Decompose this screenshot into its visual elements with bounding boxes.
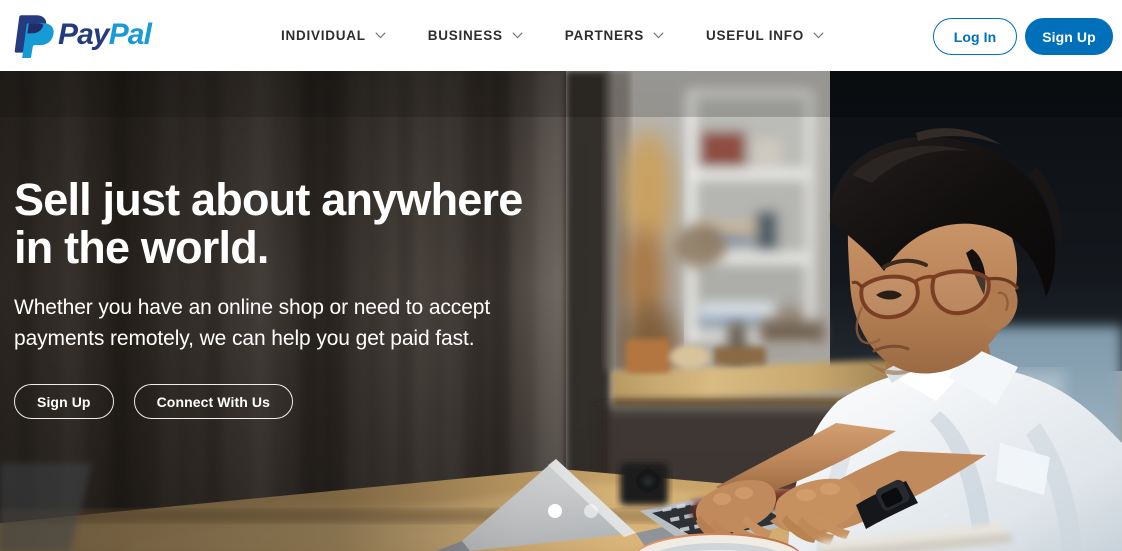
paypal-logo[interactable]: PayPal xyxy=(14,11,152,59)
paypal-wordmark: PayPal xyxy=(58,18,152,51)
header-actions: Log In Sign Up xyxy=(933,18,1113,55)
paypal-landing-page: PayPal INDIVIDUAL BUSINESS PARTNERS USEF… xyxy=(0,0,1122,551)
hero-connect-with-us-button[interactable]: Connect With Us xyxy=(133,384,293,419)
chevron-down-icon xyxy=(512,32,523,39)
nav-item-label: USEFUL INFO xyxy=(706,28,805,43)
nav-item-useful-info[interactable]: USEFUL INFO xyxy=(706,0,824,71)
hero-subtitle: Whether you have an online shop or need … xyxy=(14,296,491,350)
nav-item-partners[interactable]: PARTNERS xyxy=(565,0,664,71)
nav-item-label: INDIVIDUAL xyxy=(281,28,366,43)
nav-item-label: BUSINESS xyxy=(427,28,503,43)
nav-item-business[interactable]: BUSINESS xyxy=(428,0,523,71)
carousel-dot-1[interactable] xyxy=(548,504,562,518)
nav-item-individual[interactable]: INDIVIDUAL xyxy=(281,0,386,71)
hero-banner: Sell just about anywhere in the world. W… xyxy=(0,71,1122,551)
log-in-button[interactable]: Log In xyxy=(933,18,1017,55)
wordmark-pay: Pay xyxy=(58,18,110,51)
wordmark-pal: Pal xyxy=(108,18,152,51)
chevron-down-icon xyxy=(375,32,386,39)
hero-sign-up-button[interactable]: Sign Up xyxy=(14,384,114,419)
main-navigation: INDIVIDUAL BUSINESS PARTNERS USEFUL INFO xyxy=(281,0,824,71)
carousel-dot-2[interactable] xyxy=(584,504,598,518)
hero-cta-group: Sign Up Connect With Us xyxy=(14,384,544,419)
paypal-logo-icon xyxy=(14,15,54,58)
chevron-down-icon xyxy=(813,32,824,39)
sign-up-button[interactable]: Sign Up xyxy=(1025,18,1113,55)
carousel-pagination xyxy=(548,504,598,518)
hero-title: Sell just about anywhere in the world. xyxy=(14,174,523,273)
nav-item-label: PARTNERS xyxy=(564,28,645,43)
hero-content: Sell just about anywhere in the world. W… xyxy=(14,176,544,419)
site-header: PayPal INDIVIDUAL BUSINESS PARTNERS USEF… xyxy=(0,0,1122,71)
chevron-down-icon xyxy=(653,32,664,39)
